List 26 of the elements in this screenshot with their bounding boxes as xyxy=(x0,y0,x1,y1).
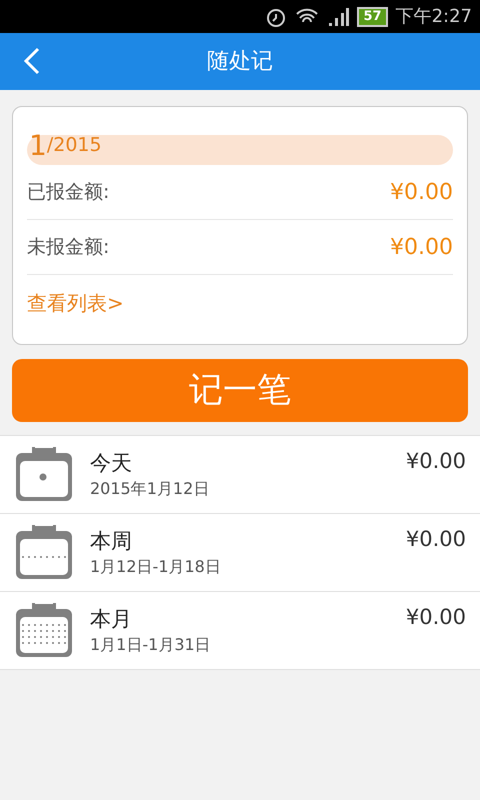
battery-indicator: 57 xyxy=(357,6,388,26)
month-number: 1 xyxy=(29,131,47,161)
period-amount: ¥0.00 xyxy=(406,526,466,553)
period-amount: ¥0.00 xyxy=(406,604,466,631)
date-range: 1月1日-1月31日 xyxy=(90,634,212,656)
calendar-icon xyxy=(14,602,74,658)
period-row[interactable]: 今天 2015年1月12日 ¥0.00 xyxy=(0,436,480,514)
period-row[interactable]: 本月 1月1日-1月31日 ¥0.00 xyxy=(0,592,480,670)
calendar-icon xyxy=(14,524,74,580)
period-row[interactable]: 本周 1月12日-1月18日 ¥0.00 xyxy=(0,514,480,592)
calendar-icon xyxy=(14,446,74,502)
period-title: 本月 xyxy=(90,606,133,632)
period-title: 今天 xyxy=(90,450,133,476)
signal-icon xyxy=(327,6,350,26)
date-range: 1月12日-1月18日 xyxy=(90,556,222,578)
period-amount: ¥0.00 xyxy=(406,448,466,475)
amount-label: 已报金额: xyxy=(27,180,110,205)
year-text: /2015 xyxy=(46,132,102,158)
amount-value: ¥0.00 xyxy=(390,234,453,262)
date-range: 2015年1月12日 xyxy=(90,478,210,500)
amount-label: 未报金额: xyxy=(27,234,110,260)
page-title: 随处记 xyxy=(207,48,273,76)
back-chevron-icon xyxy=(22,47,42,75)
clock-time: 下午2:27 xyxy=(396,5,472,29)
amount-value: ¥0.00 xyxy=(390,178,453,206)
period-title: 本周 xyxy=(90,528,133,554)
